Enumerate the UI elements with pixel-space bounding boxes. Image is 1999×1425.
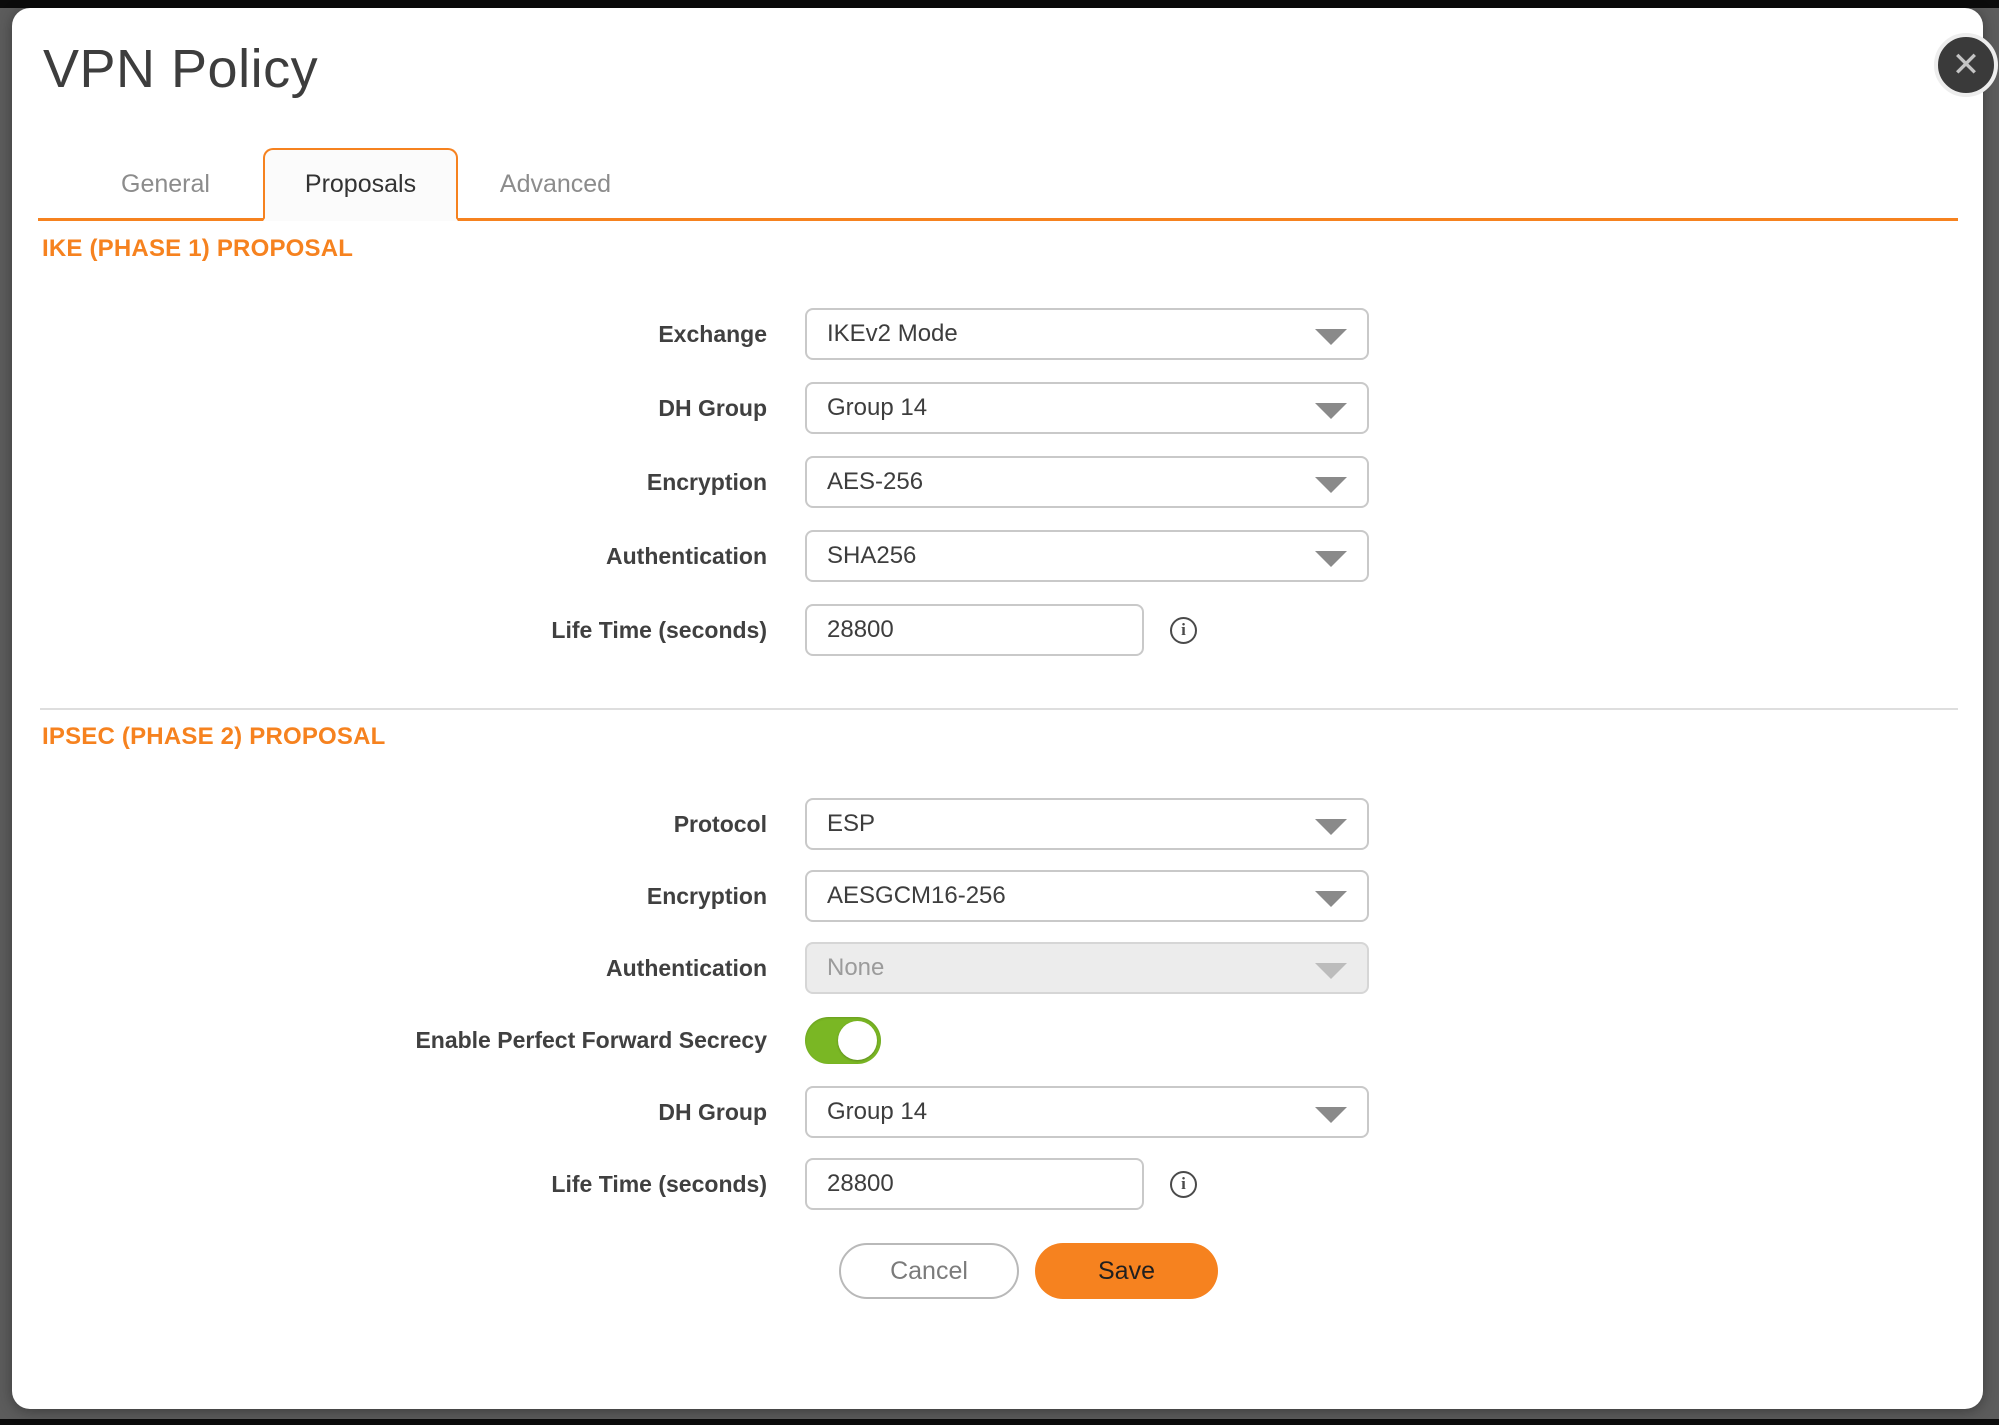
chevron-down-icon xyxy=(1315,1107,1347,1123)
tab-proposals[interactable]: Proposals xyxy=(263,148,458,221)
ike-encryption-select[interactable]: AES-256 xyxy=(805,456,1369,508)
ipsec-dh-group-value: Group 14 xyxy=(827,1098,927,1126)
protocol-row: Protocol ESP xyxy=(12,798,1983,850)
exchange-label: Exchange xyxy=(12,321,805,348)
exchange-value: IKEv2 Mode xyxy=(827,320,958,348)
ipsec-authentication-value: None xyxy=(827,954,884,982)
ipsec-dh-group-label: DH Group xyxy=(12,1099,805,1126)
pfs-label: Enable Perfect Forward Secrecy xyxy=(12,1027,805,1054)
vpn-policy-dialog: VPN Policy General Proposals Advanced IK… xyxy=(12,8,1983,1409)
ipsec-section-header: IPSEC (PHASE 2) PROPOSAL xyxy=(42,723,386,751)
chevron-down-icon xyxy=(1315,329,1347,345)
tab-general[interactable]: General xyxy=(68,148,263,221)
info-icon[interactable]: i xyxy=(1170,1171,1197,1198)
letterbox-top xyxy=(0,0,1999,8)
ipsec-encryption-row: Encryption AESGCM16-256 xyxy=(12,870,1983,922)
ike-lifetime-row: Life Time (seconds) i xyxy=(12,604,1983,656)
ipsec-encryption-select[interactable]: AESGCM16-256 xyxy=(805,870,1369,922)
info-icon[interactable]: i xyxy=(1170,617,1197,644)
ike-authentication-row: Authentication SHA256 xyxy=(12,530,1983,582)
chevron-down-icon xyxy=(1315,891,1347,907)
ike-encryption-row: Encryption AES-256 xyxy=(12,456,1983,508)
chevron-down-icon xyxy=(1315,963,1347,979)
ipsec-lifetime-row: Life Time (seconds) i xyxy=(12,1158,1983,1210)
ike-authentication-select[interactable]: SHA256 xyxy=(805,530,1369,582)
ipsec-dh-group-row: DH Group Group 14 xyxy=(12,1086,1983,1138)
exchange-select[interactable]: IKEv2 Mode xyxy=(805,308,1369,360)
ipsec-authentication-select: None xyxy=(805,942,1369,994)
ipsec-dh-group-select[interactable]: Group 14 xyxy=(805,1086,1369,1138)
ike-dh-group-select[interactable]: Group 14 xyxy=(805,382,1369,434)
tab-bar: General Proposals Advanced xyxy=(38,145,1958,221)
letterbox-bottom xyxy=(0,1419,1999,1425)
save-button[interactable]: Save xyxy=(1035,1243,1218,1299)
ike-authentication-value: SHA256 xyxy=(827,542,916,570)
ike-lifetime-label: Life Time (seconds) xyxy=(12,617,805,644)
exchange-row: Exchange IKEv2 Mode xyxy=(12,308,1983,360)
ike-section-header: IKE (PHASE 1) PROPOSAL xyxy=(42,235,353,263)
chevron-down-icon xyxy=(1315,477,1347,493)
ipsec-lifetime-input[interactable] xyxy=(805,1158,1144,1210)
tab-advanced[interactable]: Advanced xyxy=(458,148,653,221)
pfs-row: Enable Perfect Forward Secrecy xyxy=(12,1014,1983,1066)
chevron-down-icon xyxy=(1315,403,1347,419)
ipsec-lifetime-label: Life Time (seconds) xyxy=(12,1171,805,1198)
tab-general-label: General xyxy=(121,170,210,199)
dialog-footer: Cancel Save xyxy=(839,1243,1218,1299)
section-divider xyxy=(40,708,1958,710)
ipsec-encryption-label: Encryption xyxy=(12,883,805,910)
ike-dh-group-value: Group 14 xyxy=(827,394,927,422)
tab-advanced-label: Advanced xyxy=(500,170,611,199)
ipsec-authentication-label: Authentication xyxy=(12,955,805,982)
close-button[interactable]: ✕ xyxy=(1934,33,1998,97)
cancel-button[interactable]: Cancel xyxy=(839,1243,1019,1299)
pfs-toggle[interactable] xyxy=(805,1017,881,1064)
ike-dh-group-label: DH Group xyxy=(12,395,805,422)
chevron-down-icon xyxy=(1315,551,1347,567)
close-icon: ✕ xyxy=(1952,48,1981,82)
ike-encryption-label: Encryption xyxy=(12,469,805,496)
chevron-down-icon xyxy=(1315,819,1347,835)
ipsec-authentication-row: Authentication None xyxy=(12,942,1983,994)
ike-dh-group-row: DH Group Group 14 xyxy=(12,382,1983,434)
tab-proposals-label: Proposals xyxy=(305,170,416,199)
protocol-select[interactable]: ESP xyxy=(805,798,1369,850)
ike-authentication-label: Authentication xyxy=(12,543,805,570)
ike-encryption-value: AES-256 xyxy=(827,468,923,496)
dialog-title: VPN Policy xyxy=(43,38,318,100)
ipsec-form: Protocol ESP Encryption AESGCM16-256 Aut… xyxy=(12,798,1983,1230)
ike-form: Exchange IKEv2 Mode DH Group Group 14 En… xyxy=(12,308,1983,678)
protocol-label: Protocol xyxy=(12,811,805,838)
ike-lifetime-input[interactable] xyxy=(805,604,1144,656)
ipsec-encryption-value: AESGCM16-256 xyxy=(827,882,1006,910)
protocol-value: ESP xyxy=(827,810,875,838)
toggle-knob xyxy=(838,1021,877,1060)
